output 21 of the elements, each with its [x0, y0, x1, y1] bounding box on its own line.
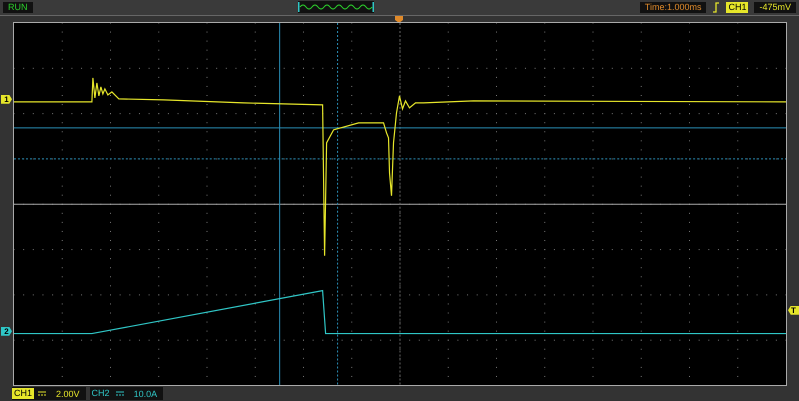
channel-scale: 2.00V — [56, 388, 80, 399]
cursor-line[interactable] — [14, 158, 786, 159]
channel-label: CH2 — [90, 388, 111, 400]
channel-label: CH1 — [12, 388, 34, 400]
dc-coupling-icon — [38, 391, 46, 396]
cursor-line[interactable] — [279, 22, 280, 386]
run-status[interactable]: RUN — [3, 2, 32, 13]
trigger-level-marker[interactable]: T — [788, 306, 799, 315]
channel-marker[interactable]: 1 — [1, 94, 12, 104]
trigger-channel[interactable]: CH1 — [726, 2, 748, 13]
cursor-line[interactable] — [337, 22, 338, 386]
time-base[interactable]: Time:1.000ms — [640, 2, 706, 13]
channel-scale: 10.0A — [134, 388, 158, 399]
waveform-thumbnail-icon — [298, 1, 374, 14]
trigger-level[interactable]: -475mV — [754, 2, 796, 13]
channel-info[interactable]: CH2 10.0A — [90, 387, 164, 400]
rising-edge-icon — [712, 2, 720, 13]
cursor-line[interactable] — [14, 127, 786, 128]
channel-info[interactable]: CH1 2.00V — [12, 387, 86, 400]
channel-marker[interactable]: 2 — [1, 326, 12, 336]
dc-coupling-icon — [116, 391, 124, 396]
